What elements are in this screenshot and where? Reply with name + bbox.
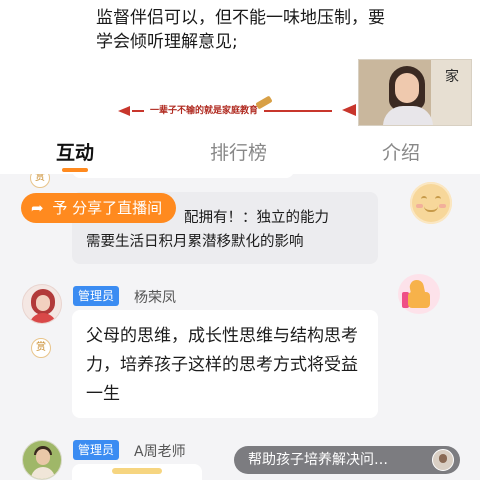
active-tab-indicator — [62, 168, 88, 172]
tab-interaction[interactable]: 互动 — [56, 138, 94, 165]
message-line: 需要生活日积月累潜移默化的影响 — [86, 234, 304, 250]
product-card-pill[interactable]: 帮助孩子培养解决问… — [234, 446, 460, 474]
presentation-slide: 监督伴侣可以，但不能一味地压制，要 学会倾听理解意见; 一辈子不输的就是家庭教育… — [0, 0, 480, 130]
banner-text: 一辈子不输的就是家庭教育 — [144, 103, 265, 116]
banner-left-arrow-icon — [118, 106, 130, 116]
tab-introduction[interactable]: 介绍 — [382, 138, 420, 165]
smile-emoji-icon[interactable] — [410, 182, 452, 224]
thumbs-up-icon[interactable] — [398, 274, 440, 314]
tab-bar: 互动 排行榜 介绍 — [0, 130, 480, 174]
product-thumbnail — [432, 449, 454, 471]
product-card-text: 帮助孩子培养解决问… — [248, 452, 388, 468]
avatar[interactable] — [22, 440, 62, 480]
share-notification[interactable]: ➦ 予 分享了直播间 — [21, 193, 177, 223]
share-user: 予 — [52, 199, 68, 217]
username[interactable]: A周老师 — [134, 441, 186, 461]
message-bubble: 父母的思维，成长性思维与结构思考力，培养孩子这样的思考方式将受益一生 — [72, 310, 378, 418]
share-arrow-icon: ➦ — [31, 199, 44, 217]
avatar[interactable] — [22, 284, 62, 324]
reward-badge[interactable]: 赏 — [31, 338, 51, 358]
message-bubble-previous — [72, 174, 294, 178]
username[interactable]: 杨荣凤 — [134, 287, 176, 307]
chat-feed[interactable]: 赏 配拥有！：独立的能力 需要生活日积月累潜移默化的影响 ➦ 予 分享了直播间 … — [0, 174, 480, 480]
admin-badge: 管理员 — [73, 286, 120, 306]
presenter-video[interactable]: 家 — [358, 59, 472, 126]
presenter-face — [395, 73, 419, 103]
share-text: 分享了直播间 — [72, 199, 163, 217]
slide-line-2: 学会倾听理解意见; — [96, 32, 238, 52]
slide-text: 监督伴侣可以，但不能一味地压制，要 学会倾听理解意见; — [96, 6, 426, 54]
reward-badge: 赏 — [30, 174, 50, 188]
banner-right-arrow-icon — [342, 104, 356, 116]
calligraphy-scroll: 家 — [445, 69, 459, 85]
slide-line-1: 监督伴侣可以，但不能一味地压制，要 — [96, 8, 385, 28]
slide-banner: 一辈子不输的就是家庭教育 — [118, 103, 358, 119]
tab-leaderboard[interactable]: 排行榜 — [210, 138, 267, 165]
message-bubble — [72, 464, 202, 480]
admin-badge: 管理员 — [73, 440, 120, 460]
